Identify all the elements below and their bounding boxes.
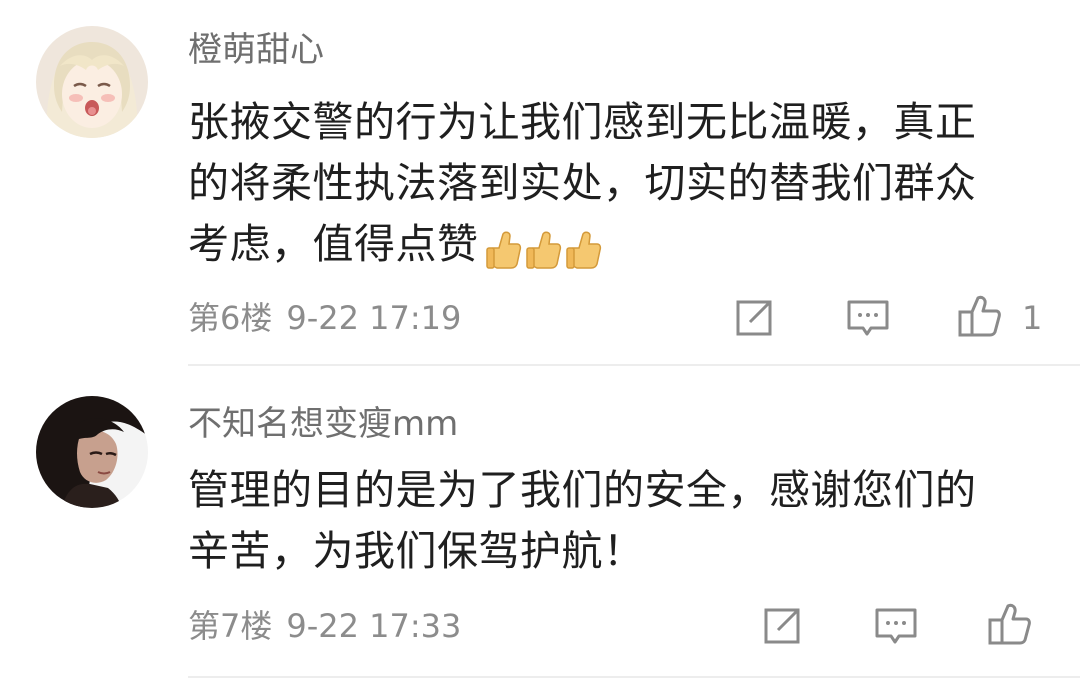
share-button[interactable] <box>758 602 806 650</box>
share-button[interactable] <box>730 294 778 342</box>
share-icon <box>764 608 800 644</box>
reply-icon <box>875 608 917 644</box>
comment-line: 管理的目的是为了我们的安全，感谢您们的 <box>188 466 977 514</box>
like-button[interactable] <box>986 600 1034 648</box>
share-icon <box>736 300 772 336</box>
thumbs-up-emoji-icon <box>525 231 561 269</box>
comment-text: 张掖交警的行为让我们感到无比温暖，真正 的将柔性执法落到实处，切实的替我们群众 … <box>188 92 1048 278</box>
avatar[interactable] <box>36 26 148 138</box>
comment-line: 张掖交警的行为让我们感到无比温暖，真正 <box>188 98 977 146</box>
thumbs-up-icon <box>958 295 1001 337</box>
reply-button[interactable] <box>872 602 920 650</box>
thumbs-up-emoji-icon <box>565 231 601 269</box>
woman-portrait-avatar-icon <box>36 396 148 508</box>
comment-line: 辛苦，为我们保驾护航！ <box>188 527 645 575</box>
avatar[interactable] <box>36 396 148 508</box>
divider <box>188 676 1080 678</box>
timestamp: 9-22 17:33 <box>286 607 462 645</box>
reply-icon <box>847 300 889 336</box>
thumbs-up-icon <box>988 603 1031 645</box>
like-count: 1 <box>1022 299 1043 337</box>
floor-number: 第7楼 <box>188 607 273 645</box>
floor-number: 第6楼 <box>188 299 273 337</box>
comment-line-text: 考虑，值得点赞 <box>188 220 479 268</box>
comment-meta: 第6楼 9-22 17:19 <box>188 298 461 338</box>
comment-text: 管理的目的是为了我们的安全，感谢您们的 辛苦，为我们保驾护航！ <box>188 460 1048 582</box>
comment-list: 橙萌甜心 张掖交警的行为让我们感到无比温暖，真正 的将柔性执法落到实处，切实的替… <box>0 0 1080 684</box>
timestamp: 9-22 17:19 <box>286 299 462 337</box>
comment-line-text: 的将柔性执法落到实处，切实的替我们群众 <box>188 159 977 207</box>
comment-line: 考虑，值得点赞 <box>188 214 1048 278</box>
comment-line: 的将柔性执法落到实处，切实的替我们群众 <box>188 153 1048 214</box>
emoji-group <box>483 217 603 278</box>
anime-girl-avatar-icon <box>36 26 148 138</box>
username[interactable]: 橙萌甜心 <box>188 30 324 70</box>
username[interactable]: 不知名想变瘦mm <box>188 404 458 444</box>
comment-meta: 第7楼 9-22 17:33 <box>188 606 461 646</box>
divider <box>188 364 1080 366</box>
thumbs-up-emoji-icon <box>485 231 521 269</box>
reply-button[interactable] <box>844 294 892 342</box>
like-button[interactable] <box>956 292 1004 340</box>
